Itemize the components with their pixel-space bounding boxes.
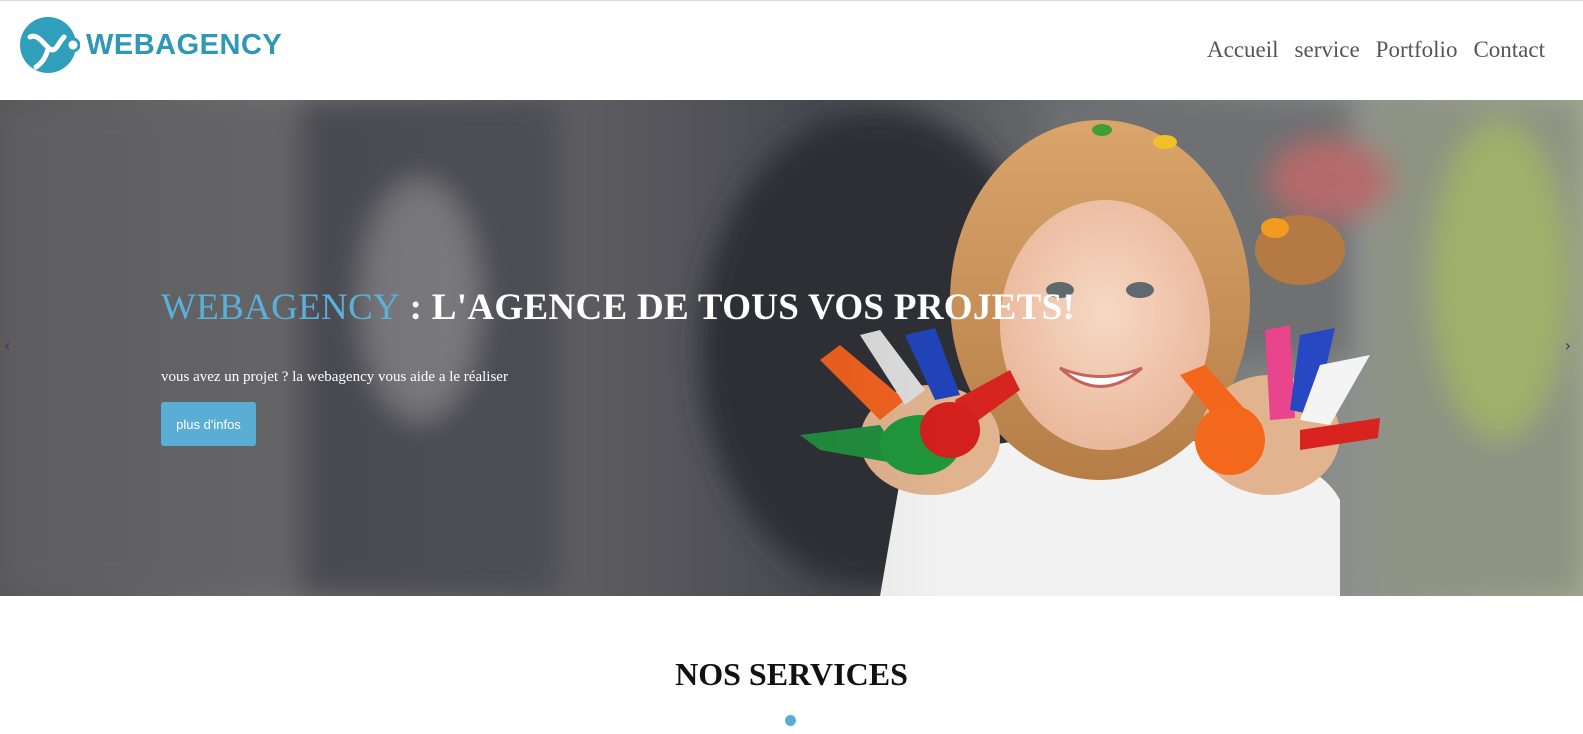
site-header: WEBAGENCY Accueil service Portfolio Cont…	[0, 0, 1583, 100]
hero-title-brand: WEBAGENCY	[161, 287, 401, 328]
carousel-next-icon[interactable]: ›	[1565, 336, 1571, 355]
carousel-prev-icon[interactable]: ‹	[4, 336, 10, 355]
nav-accueil[interactable]: Accueil	[1207, 37, 1279, 63]
hero-content: WEBAGENCY : L'AGENCE DE TOUS VOS PROJETS…	[161, 286, 1075, 446]
more-info-button[interactable]: plus d'infos	[161, 402, 256, 446]
nav-contact[interactable]: Contact	[1473, 37, 1545, 63]
logo-text: WEBAGENCY	[86, 28, 283, 61]
hero-title: WEBAGENCY : L'AGENCE DE TOUS VOS PROJETS…	[161, 286, 1075, 329]
logo[interactable]: WEBAGENCY	[20, 15, 282, 75]
nav-portfolio[interactable]: Portfolio	[1376, 37, 1458, 63]
hero-subtitle: vous avez un projet ? la webagency vous …	[161, 369, 508, 385]
nav-service[interactable]: service	[1295, 37, 1360, 63]
logo-icon	[20, 17, 80, 73]
main-nav: Accueil service Portfolio Contact	[1207, 37, 1545, 63]
services-title: NOS SERVICES	[675, 656, 908, 692]
hero-carousel: ‹ › WEBAGENCY : L'AGENCE DE TOUS VOS PRO…	[0, 100, 1583, 596]
services-divider-dot	[785, 715, 796, 726]
hero-title-text: : L'AGENCE DE TOUS VOS PROJETS!	[400, 287, 1076, 328]
